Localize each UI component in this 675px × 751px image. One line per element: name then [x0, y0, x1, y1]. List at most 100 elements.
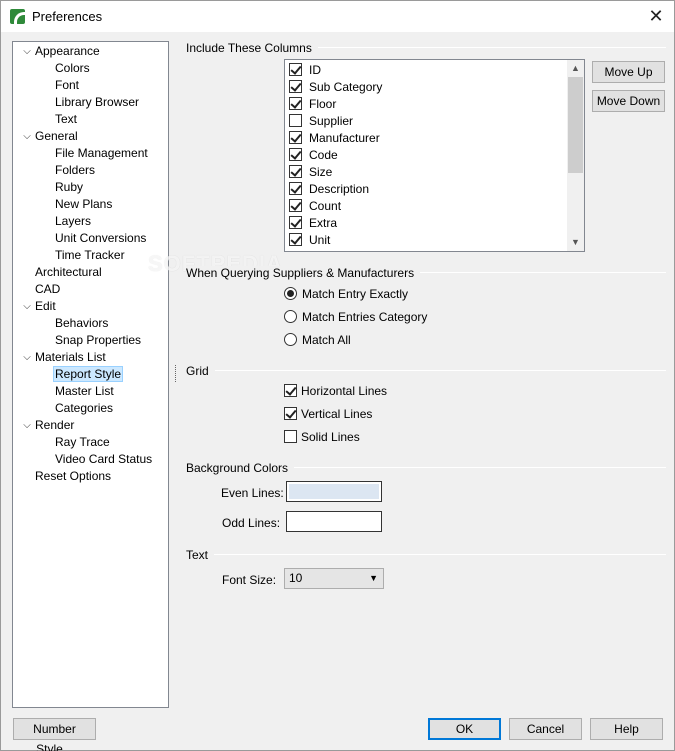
column-item-manufacturer[interactable]: Manufacturer	[289, 130, 380, 147]
checkbox-vertical-lines[interactable]: Vertical Lines	[284, 406, 372, 423]
column-checkbox[interactable]	[289, 233, 302, 247]
radio-button[interactable]	[284, 287, 297, 301]
scroll-thumb[interactable]	[568, 77, 583, 173]
tree-item-report-style[interactable]: Report Style	[53, 366, 124, 383]
tree-item-label: New Plans	[55, 197, 113, 211]
grid-checkbox-label: Vertical Lines	[301, 407, 373, 421]
tree-item-unit-conversions[interactable]: Unit Conversions	[55, 230, 146, 247]
tree-item-master-list[interactable]: Master List	[55, 383, 114, 400]
tree-item-appearance[interactable]: ⌵ Appearance	[23, 43, 100, 60]
expand-chevron-icon[interactable]: ⌵	[21, 417, 33, 434]
window-title: Preferences	[32, 9, 103, 24]
radio-match-all[interactable]: Match All	[284, 332, 351, 349]
tree-item-label: Folders	[55, 163, 96, 177]
tree-item-snap-properties[interactable]: Snap Properties	[55, 332, 141, 349]
radio-match-entry-exactly[interactable]: Match Entry Exactly	[284, 286, 408, 303]
radio-match-entries-category[interactable]: Match Entries Category	[284, 309, 427, 326]
tree-item-ray-trace[interactable]: Ray Trace	[55, 434, 110, 451]
column-item-size[interactable]: Size	[289, 164, 332, 181]
group-separator	[186, 370, 666, 371]
tree-item-file-management[interactable]: File Management	[55, 145, 148, 162]
tree-item-text[interactable]: Text	[55, 111, 77, 128]
tree-item-edit[interactable]: ⌵ Edit	[23, 298, 55, 315]
column-item-supplier[interactable]: Supplier	[289, 113, 353, 130]
column-item-id[interactable]: ID	[289, 62, 321, 79]
tree-item-time-tracker[interactable]: Time Tracker	[55, 247, 125, 264]
grid-checkbox[interactable]	[284, 407, 297, 421]
tree-item-colors[interactable]: Colors	[55, 60, 90, 77]
checkbox-solid-lines[interactable]: Solid Lines	[284, 429, 360, 446]
ok-button[interactable]: OK	[428, 718, 501, 740]
tree-item-cad[interactable]: CAD	[35, 281, 60, 298]
tree-item-label: Materials List	[35, 350, 106, 364]
columns-scrollbar[interactable]: ▲ ▼	[567, 60, 584, 251]
column-item-label: Sub Category	[309, 80, 383, 94]
column-checkbox[interactable]	[289, 216, 302, 230]
column-checkbox[interactable]	[289, 165, 302, 179]
expand-chevron-icon[interactable]: ⌵	[21, 349, 33, 366]
background-group-title: Background Colors	[186, 461, 295, 475]
expand-chevron-icon[interactable]: ⌵	[21, 43, 33, 60]
help-button[interactable]: Help	[590, 718, 663, 740]
column-checkbox[interactable]	[289, 182, 302, 196]
querying-group-title: When Querying Suppliers & Manufacturers	[186, 266, 421, 280]
column-checkbox[interactable]	[289, 63, 302, 77]
checkbox-horizontal-lines[interactable]: Horizontal Lines	[284, 383, 387, 400]
tree-item-materials-list[interactable]: ⌵ Materials List	[23, 349, 106, 366]
column-item-unit[interactable]: Unit	[289, 232, 330, 249]
column-checkbox[interactable]	[289, 131, 302, 145]
column-item-sub-category[interactable]: Sub Category	[289, 79, 382, 96]
radio-button[interactable]	[284, 333, 297, 347]
column-checkbox[interactable]	[289, 97, 302, 111]
expand-chevron-icon[interactable]: ⌵	[21, 128, 33, 145]
grid-checkbox[interactable]	[284, 384, 297, 398]
odd-lines-color-swatch[interactable]	[286, 511, 382, 532]
grid-checkbox-label: Solid Lines	[301, 430, 360, 444]
radio-button[interactable]	[284, 310, 297, 324]
column-checkbox[interactable]	[289, 148, 302, 162]
columns-list[interactable]: ▲ ▼ ID Sub Category Floor Supplier Manufactu…	[284, 59, 585, 252]
tree-item-label: Render	[35, 418, 75, 432]
column-checkbox[interactable]	[289, 80, 302, 94]
number-style-button[interactable]: Number Style...	[13, 718, 96, 751]
tree-item-folders[interactable]: Folders	[55, 162, 95, 179]
expand-chevron-icon[interactable]: ⌵	[21, 298, 33, 315]
tree-item-render[interactable]: ⌵ Render	[23, 417, 75, 434]
scroll-up-arrow-icon[interactable]: ▲	[567, 60, 584, 77]
group-separator	[186, 554, 666, 555]
font-size-dropdown[interactable]: 10 ▼	[284, 568, 384, 589]
column-item-count[interactable]: Count	[289, 198, 341, 215]
tree-item-library-browser[interactable]: Library Browser	[55, 94, 139, 111]
category-tree[interactable]: ⌵ Appearance Colors Font Library Browser Text…	[12, 41, 169, 708]
tree-item-categories[interactable]: Categories	[55, 400, 113, 417]
tree-item-general[interactable]: ⌵ General	[23, 128, 78, 145]
close-button[interactable]: ✕	[644, 5, 668, 27]
column-item-floor[interactable]: Floor	[289, 96, 336, 113]
column-item-description[interactable]: Description	[289, 181, 369, 198]
tree-item-reset-options[interactable]: Reset Options	[35, 468, 111, 485]
tree-item-behaviors[interactable]: Behaviors	[55, 315, 108, 332]
move-down-button[interactable]: Move Down	[592, 90, 665, 112]
tree-item-label: Master List	[55, 384, 114, 398]
column-item-extra[interactable]: Extra	[289, 215, 337, 232]
column-checkbox[interactable]	[289, 114, 302, 128]
even-lines-color-swatch[interactable]	[286, 481, 382, 502]
tree-item-label: General	[35, 129, 78, 143]
tree-item-layers[interactable]: Layers	[55, 213, 91, 230]
tree-item-new-plans[interactable]: New Plans	[55, 196, 112, 213]
column-checkbox[interactable]	[289, 199, 302, 213]
tree-item-label: Categories	[55, 401, 114, 415]
tree-item-architectural[interactable]: Architectural	[35, 264, 102, 281]
tree-item-ruby[interactable]: Ruby	[55, 179, 83, 196]
column-item-code[interactable]: Code	[289, 147, 338, 164]
tree-item-label: Reset Options	[35, 469, 112, 483]
scroll-down-arrow-icon[interactable]: ▼	[567, 234, 584, 251]
tree-item-video-card-status[interactable]: Video Card Status	[55, 451, 152, 468]
tree-item-font[interactable]: Font	[55, 77, 79, 94]
grid-checkbox[interactable]	[284, 430, 297, 444]
grid-checkbox-label: Horizontal Lines	[301, 384, 388, 398]
cancel-button[interactable]: Cancel	[509, 718, 582, 740]
radio-label: Match Entries Category	[302, 310, 428, 324]
move-up-button[interactable]: Move Up	[592, 61, 665, 83]
tree-item-label: Ruby	[55, 180, 84, 194]
